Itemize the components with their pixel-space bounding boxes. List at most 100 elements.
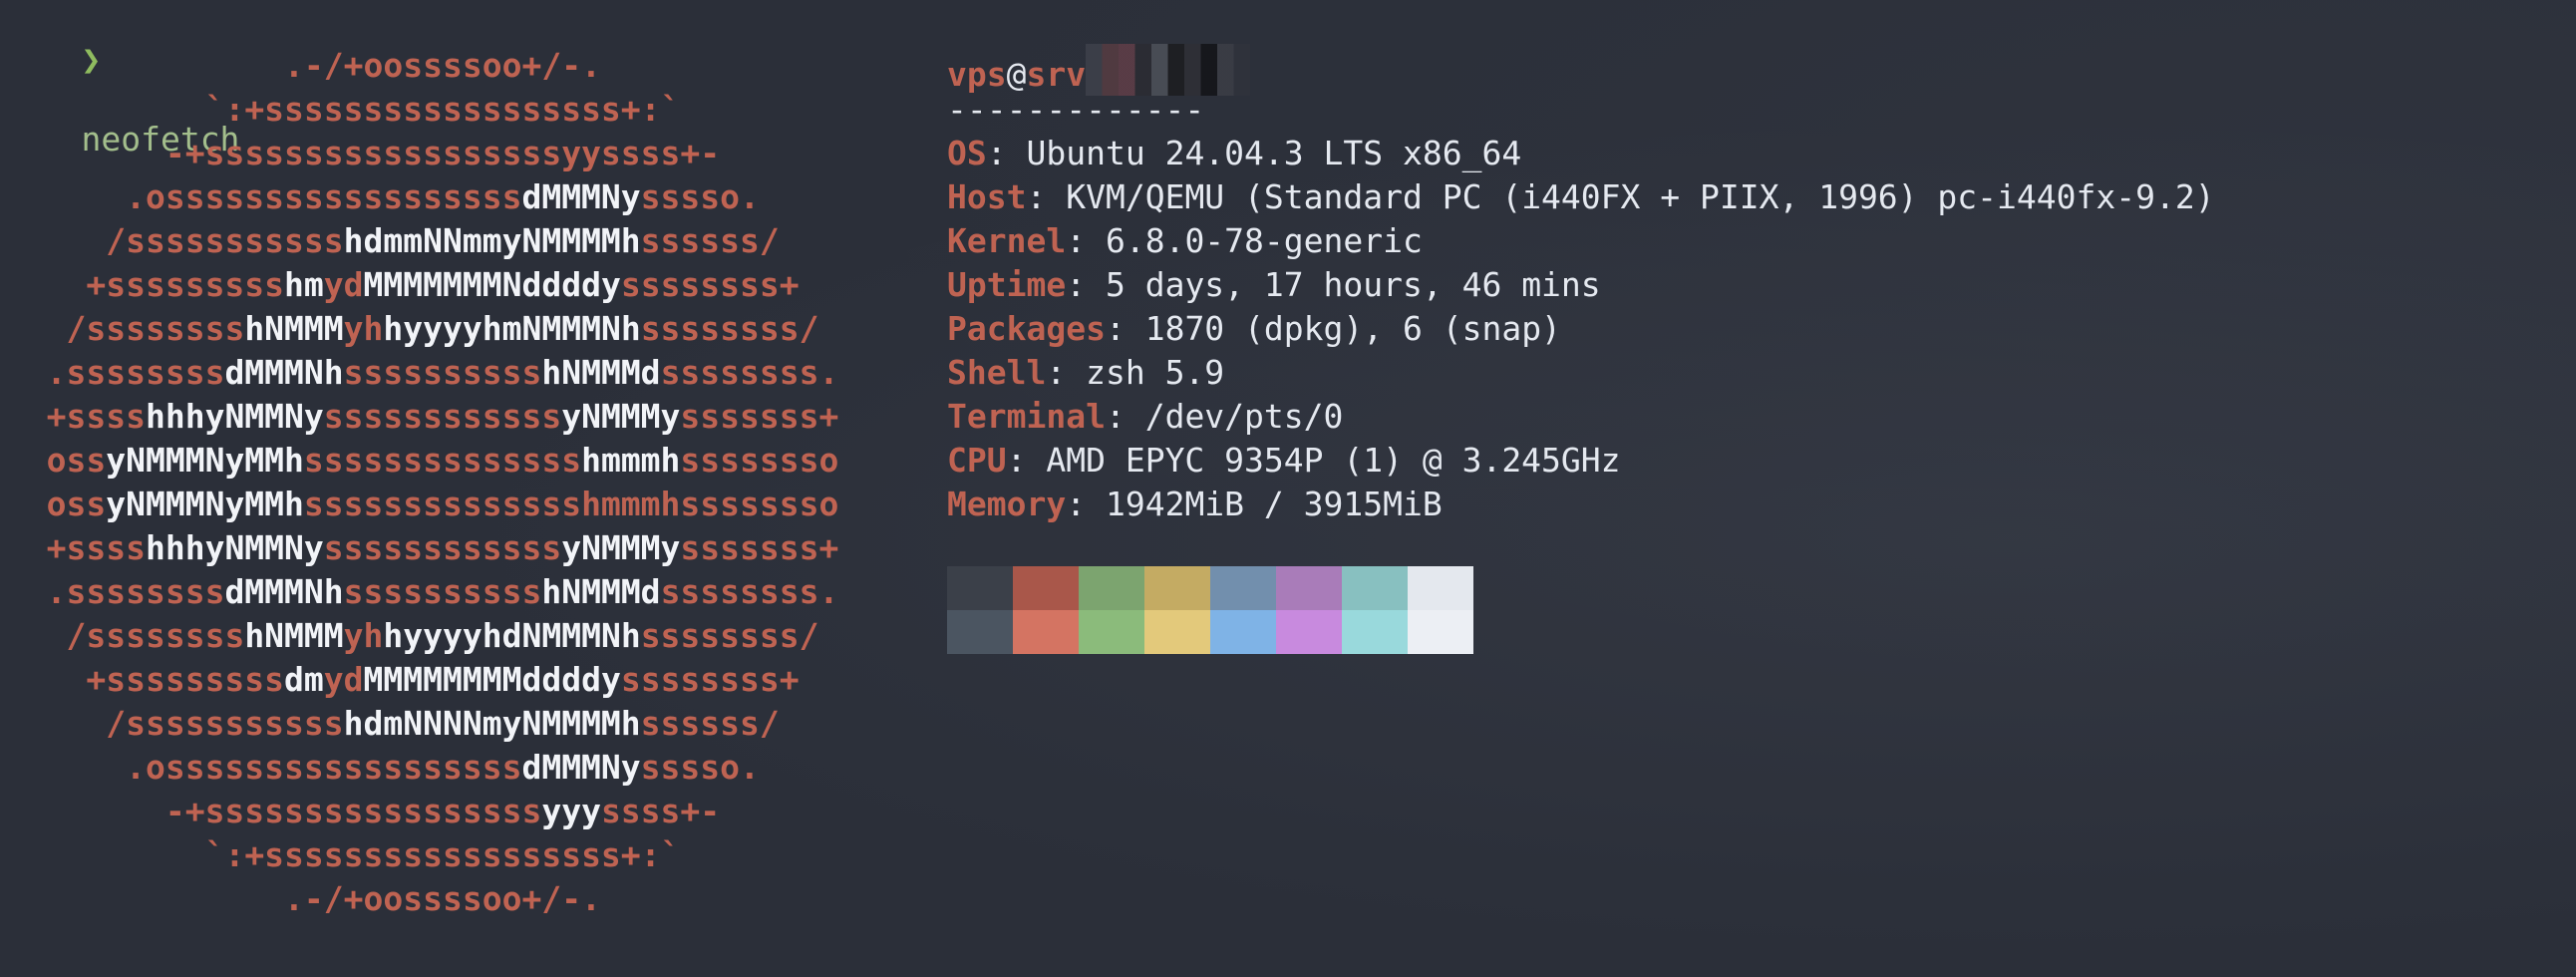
info-row-memory: Memory: 1942MiB / 3915MiB bbox=[947, 483, 2215, 526]
info-value: 1942MiB / 3915MiB bbox=[1105, 485, 1443, 523]
logo-line: /sssssssshNMMMyhhyyyyhmNMMMNhssssssss/ bbox=[0, 307, 885, 351]
palette-swatch-bright-0 bbox=[947, 610, 1013, 654]
logo-segment: ssssssssssssss bbox=[303, 441, 582, 480]
palette-swatch-normal-1 bbox=[1013, 566, 1079, 610]
logo-segment: `:+ssssssssssssssssss+:` bbox=[204, 835, 681, 874]
logo-segment: hNMMM bbox=[244, 309, 344, 348]
user-host-line: vps@srv bbox=[947, 44, 2215, 96]
logo-segment: `:+ssssssssssssssssss+:` bbox=[204, 90, 681, 129]
info-rows: OS: Ubuntu 24.04.3 LTS x86_64 Host: KVM/Q… bbox=[947, 132, 2215, 526]
info-key: Memory bbox=[947, 485, 1067, 523]
logo-segment: hdmNNNNmyNMMMMh bbox=[343, 704, 641, 743]
logo-segment: ssssssss. bbox=[660, 572, 839, 611]
logo-segment: hdmmNNmmyNMMMMh bbox=[343, 221, 641, 260]
logo-line: ossyNMMMNyMMhsssssssssssssshmmmhssssssso bbox=[0, 483, 885, 526]
command-prompt: ❯ neofetch bbox=[2, 0, 239, 159]
info-colon: : bbox=[1006, 441, 1047, 480]
logo-line: /ssssssssssshdmmNNmmyNMMMMhssssss/ bbox=[0, 219, 885, 263]
logo-segment: yNMMMNyMMh bbox=[106, 485, 304, 523]
logo-line: +sssssssssdmydMMMMMMMMddddyssssssss+ bbox=[0, 658, 885, 702]
logo-segment: ssss+- bbox=[600, 792, 721, 830]
logo-segment: +ssss bbox=[46, 528, 146, 567]
logo-line: .-/+oossssoo+/-. bbox=[0, 877, 885, 921]
info-colon: : bbox=[1026, 177, 1067, 216]
logo-line: +ssssssssshmydMMMMMMMNddddyssssssss+ bbox=[0, 263, 885, 307]
palette-swatch-bright-7 bbox=[1408, 610, 1473, 654]
info-key: OS bbox=[947, 134, 987, 172]
logo-segment: +ssss bbox=[46, 397, 146, 436]
info-value: /dev/pts/0 bbox=[1144, 397, 1344, 436]
logo-segment: dm bbox=[284, 660, 324, 699]
logo-segment: yyy bbox=[541, 792, 601, 830]
logo-segment: .ssssssss bbox=[46, 572, 225, 611]
info-colon: : bbox=[986, 134, 1027, 172]
info-value: 6.8.0-78-generic bbox=[1105, 221, 1423, 260]
logo-segment: +sssssssss bbox=[86, 265, 285, 304]
logo-line: +sssshhhyNMMNyssssssssssssyNMMMysssssss+ bbox=[0, 526, 885, 570]
color-palette bbox=[947, 566, 1473, 654]
logo-segment: ssssssss+ bbox=[620, 660, 800, 699]
terminal-window[interactable]: ❯ neofetch .-/+oossssoo+/-. `:+ssssssssss… bbox=[0, 0, 2576, 977]
logo-segment: -+sssssssssssssssss bbox=[164, 792, 542, 830]
logo-line: /sssssssshNMMMyhhyyyyhdNMMMNhssssssss/ bbox=[0, 614, 885, 658]
info-key: Host bbox=[947, 177, 1027, 216]
info-key: Shell bbox=[947, 353, 1047, 392]
logo-segment: sssssssssssssshmmmhssssssso bbox=[303, 485, 839, 523]
logo-line: .ssssssssdMMMNhsssssssssshNMMMdssssssss. bbox=[0, 570, 885, 614]
logo-line: .ossssssssssssssssssdMMMNysssso. bbox=[0, 746, 885, 790]
system-info-panel: vps@srv ------------- OS: Ubuntu 24.04.3… bbox=[947, 44, 2215, 526]
logo-segment: sssssss+ bbox=[680, 528, 839, 567]
info-row-terminal: Terminal: /dev/pts/0 bbox=[947, 395, 2215, 439]
logo-segment: MMMMMMMNddddy bbox=[363, 265, 621, 304]
info-colon: : bbox=[1105, 309, 1145, 348]
logo-segment: ssssssssss bbox=[343, 572, 542, 611]
info-key: Kernel bbox=[947, 221, 1067, 260]
logo-segment: oss bbox=[46, 441, 107, 480]
palette-swatch-bright-6 bbox=[1342, 610, 1408, 654]
logo-segment: ssssssss+ bbox=[620, 265, 800, 304]
logo-segment: .-/+oossssoo+/-. bbox=[284, 879, 601, 918]
logo-segment: yNMMMNyMMh bbox=[106, 441, 304, 480]
info-row-kernel: Kernel: 6.8.0-78-generic bbox=[947, 219, 2215, 263]
logo-segment: ssssssss. bbox=[660, 353, 839, 392]
logo-segment: ssssss/ bbox=[640, 221, 780, 260]
logo-line: `:+ssssssssssssssssss+:` bbox=[0, 833, 885, 877]
logo-segment: yNMMMy bbox=[561, 528, 681, 567]
logo-segment: yd bbox=[323, 265, 364, 304]
logo-segment: MMMMMMMMddddy bbox=[363, 660, 621, 699]
info-key: Uptime bbox=[947, 265, 1067, 304]
logo-segment: dMMMNh bbox=[224, 572, 344, 611]
logo-line: /ssssssssssshdmNNNNmyNMMMMhssssss/ bbox=[0, 702, 885, 746]
info-value: 5 days, 17 hours, 46 mins bbox=[1105, 265, 1601, 304]
logo-segment: sssssss+ bbox=[680, 397, 839, 436]
logo-segment: hm bbox=[284, 265, 324, 304]
logo-line: -+ssssssssssssssssssyyssss+- bbox=[0, 132, 885, 175]
info-key: CPU bbox=[947, 441, 1007, 480]
palette-swatch-bright-2 bbox=[1079, 610, 1144, 654]
info-colon: : bbox=[1066, 485, 1106, 523]
logo-segment: hNMMMd bbox=[541, 353, 661, 392]
ubuntu-ascii-logo: .-/+oossssoo+/-. `:+ssssssssssssssssss+:`… bbox=[0, 44, 897, 921]
logo-segment: sssso. bbox=[640, 748, 760, 787]
info-row-os: OS: Ubuntu 24.04.3 LTS x86_64 bbox=[947, 132, 2215, 175]
logo-segment: ssssss/ bbox=[640, 704, 780, 743]
logo-segment: +sssssssss bbox=[86, 660, 285, 699]
redacted-hostname-block bbox=[1086, 44, 1251, 96]
logo-line: ossyNMMMNyMMhsssssssssssssshmmmhssssssso bbox=[0, 439, 885, 483]
logo-segment: /sssssssssss bbox=[106, 221, 344, 260]
info-value: Ubuntu 24.04.3 LTS x86_64 bbox=[1026, 134, 1522, 172]
info-row-cpu: CPU: AMD EPYC 9354P (1) @ 3.245GHz bbox=[947, 439, 2215, 483]
logo-segment: dMMMNh bbox=[224, 353, 344, 392]
palette-swatch-normal-6 bbox=[1342, 566, 1408, 610]
logo-segment: oss bbox=[46, 485, 107, 523]
logo-segment: hmmmh bbox=[581, 441, 681, 480]
info-colon: : bbox=[1046, 353, 1087, 392]
logo-segment: .-/+oossssoo+/-. bbox=[284, 46, 601, 85]
logo-line: +sssshhhyNMMNyssssssssssssyNMMMysssssss+ bbox=[0, 395, 885, 439]
logo-segment: yNMMMy bbox=[561, 397, 681, 436]
info-value: KVM/QEMU (Standard PC (i440FX + PIIX, 19… bbox=[1066, 177, 2215, 216]
info-colon: : bbox=[1066, 265, 1106, 304]
logo-segment: .ssssssss bbox=[46, 353, 225, 392]
logo-segment: hNMMMd bbox=[541, 572, 661, 611]
logo-segment: /ssssssss bbox=[66, 309, 245, 348]
